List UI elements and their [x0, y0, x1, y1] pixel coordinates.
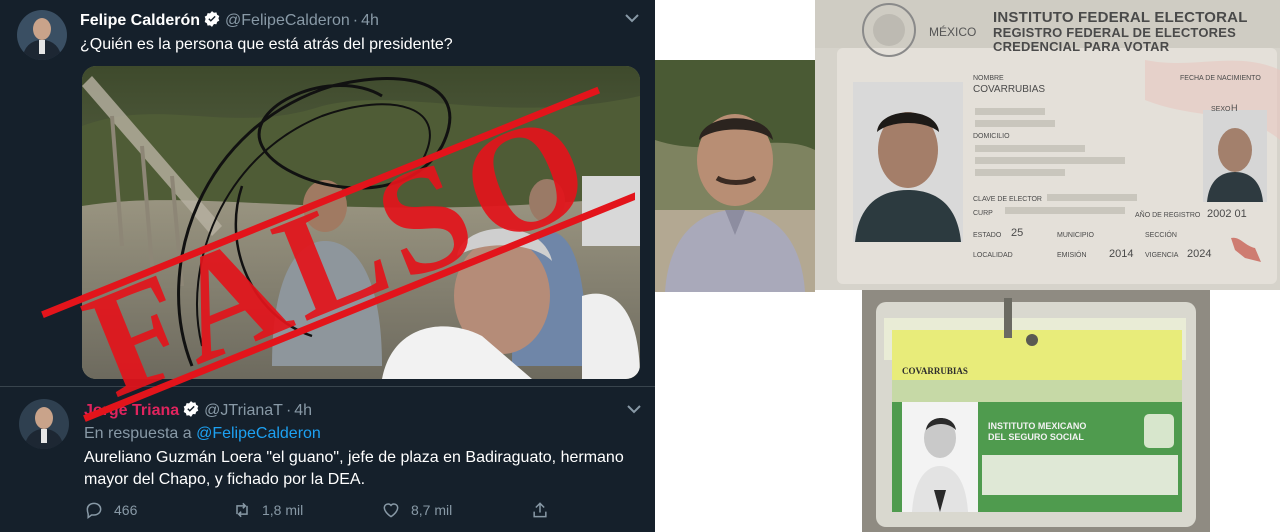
- verified-badge-icon: [204, 11, 220, 27]
- ine-validity-label: VIGENCIA: [1145, 252, 1179, 259]
- chevron-down-icon[interactable]: [625, 13, 639, 23]
- tweet-time[interactable]: 4h: [361, 12, 379, 29]
- ine-name-label: NOMBRE: [973, 75, 1004, 82]
- ine-state-label: ESTADO: [973, 232, 1002, 239]
- reply-icon: [86, 502, 102, 519]
- tweet-header: Felipe Calderón @FelipeCalderon · 4h: [80, 11, 379, 29]
- twitter-thread: Felipe Calderón @FelipeCalderon · 4h ¿Quién…: [0, 0, 655, 532]
- ine-validity-value: 2024: [1187, 248, 1212, 260]
- ine-section-label: SECCIÓN: [1145, 232, 1177, 239]
- ine-address-label: DOMICILIO: [973, 133, 1010, 140]
- ine-voter-card: MÉXICO INSTITUTO FEDERAL ELECTORAL REGIS…: [815, 0, 1280, 290]
- share-button[interactable]: [530, 498, 550, 522]
- ine-reg-year-value: 2002 01: [1207, 208, 1247, 220]
- ine-credential: CREDENCIAL PARA VOTAR: [993, 39, 1170, 54]
- reply-button[interactable]: 466: [84, 498, 137, 522]
- ine-surname: COVARRUBIAS: [973, 84, 1046, 95]
- author-name[interactable]: Felipe Calderón: [80, 12, 200, 29]
- falso-stamp: FALSO: [41, 77, 635, 429]
- stamp-text: FALSO: [65, 77, 618, 429]
- ine-birth-label: FECHA DE NACIMIENTO: [1180, 75, 1261, 82]
- ine-state-value: 25: [1011, 227, 1024, 239]
- ine-institute: INSTITUTO FEDERAL ELECTORAL: [993, 9, 1248, 26]
- ine-locality-label: LOCALIDAD: [973, 252, 1013, 259]
- imss-institute-line2: DEL SEGURO SOCIAL: [988, 432, 1084, 442]
- ine-curp-label: CURP: [973, 210, 993, 217]
- author-handle[interactable]: @FelipeCalderon: [225, 12, 350, 29]
- ine-emission-label: EMISIÓN: [1057, 252, 1087, 259]
- ine-sex-value: H: [1231, 103, 1238, 113]
- ine-registry: REGISTRO FEDERAL DE ELECTORES: [993, 25, 1236, 40]
- ine-municipality-label: MUNICIPIO: [1057, 232, 1094, 239]
- ine-elector-label: CLAVE DE ELECTOR: [973, 196, 1042, 203]
- imss-card-art: [862, 290, 1210, 532]
- imss-surname: COVARRUBIAS: [902, 366, 968, 376]
- heart-icon: [383, 503, 399, 518]
- ine-emission-value: 2014: [1109, 248, 1134, 260]
- retweet-icon: [236, 502, 248, 518]
- share-icon: [533, 502, 547, 518]
- ine-reg-year-label: AÑO DE REGISTRO: [1135, 212, 1201, 219]
- tweet-actions: 466 1,8 mil 8,7 mil: [84, 498, 564, 522]
- ine-sex-label: SEXO: [1211, 106, 1231, 113]
- tweet-text: Aureliano Guzmán Loera "el guano", jefe …: [84, 449, 624, 488]
- portrait-photo: [655, 60, 815, 292]
- imss-institute-line1: INSTITUTO MEXICANO: [988, 421, 1087, 431]
- retweet-button[interactable]: 1,8 mil: [232, 498, 303, 522]
- like-button[interactable]: 8,7 mil: [381, 498, 452, 522]
- imss-card: COVARRUBIAS INSTITUTO MEXICANO DEL SEGUR…: [862, 290, 1210, 532]
- ine-country: MÉXICO: [929, 25, 977, 39]
